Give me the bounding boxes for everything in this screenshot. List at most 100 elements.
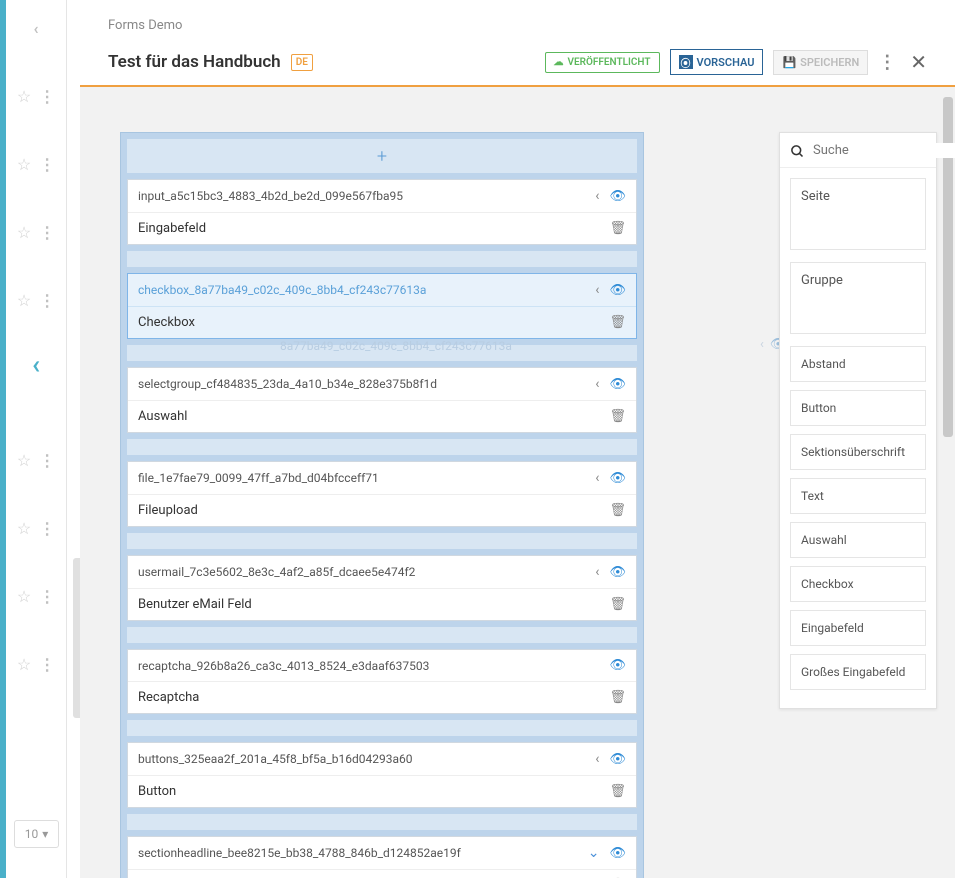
eye-icon[interactable]: 👁 <box>609 471 626 486</box>
search-icon <box>790 141 805 159</box>
sidebar-collapse[interactable]: ‹ <box>6 8 66 48</box>
star-icon: ☆ <box>17 87 31 106</box>
field-spacer[interactable] <box>127 533 637 549</box>
sidebar-row[interactable]: ☆⋮ <box>6 280 66 320</box>
star-icon: ☆ <box>17 155 31 174</box>
header: Forms Demo Test für das Handbuch DE ☁ VE… <box>80 0 955 85</box>
cloud-icon: ☁ <box>554 57 564 68</box>
dots-icon: ⋮ <box>39 291 55 310</box>
field-id: usermail_7c3e5602_8e3c_4af2_a85f_dcaee5e… <box>138 565 589 579</box>
chevron-left-icon[interactable]: ‹ <box>595 188 599 204</box>
palette-search-input[interactable] <box>813 143 955 158</box>
eye-icon[interactable]: 👁 <box>609 658 626 673</box>
chevron-left-icon[interactable]: ‹ <box>595 376 599 392</box>
save-label: SPEICHERN <box>800 56 859 69</box>
field-label: Recaptcha <box>138 690 603 705</box>
eye-icon[interactable]: 👁 <box>609 377 626 392</box>
chevron-left-icon[interactable]: ‹ <box>6 350 66 380</box>
sidebar-row[interactable]: ☆⋮ <box>6 76 66 116</box>
sidebar-row[interactable]: ☆⋮ <box>6 644 66 684</box>
field-label: Benutzer eMail Feld <box>138 597 603 612</box>
component-palette: ✕ Seite Gruppe Abstand Button Sektionsüber… <box>779 132 937 709</box>
field-spacer[interactable] <box>127 345 637 361</box>
field-label: Button <box>138 784 603 799</box>
field-block[interactable]: input_a5c15bc3_4883_4b2d_be2d_099e567fba… <box>127 179 637 245</box>
language-badge[interactable]: DE <box>291 54 313 71</box>
field-block[interactable]: usermail_7c3e5602_8e3c_4af2_a85f_dcaee5e… <box>127 555 637 621</box>
dots-icon: ⋮ <box>39 655 55 674</box>
published-label: VERÖFFENTLICHT <box>568 57 651 68</box>
palette-container-seite[interactable]: Seite <box>790 178 926 250</box>
preview-button[interactable]: ⦿ VORSCHAU <box>670 49 764 75</box>
star-icon: ☆ <box>17 291 31 310</box>
save-button[interactable]: 💾 SPEICHERN <box>773 50 868 75</box>
field-block[interactable]: selectgroup_cf484835_23da_4a10_b34e_828e… <box>127 367 637 433</box>
palette-item[interactable]: Großes Eingabefeld <box>790 654 926 690</box>
search-preview-icon: ⦿ <box>679 55 693 69</box>
eye-icon[interactable]: 👁 <box>609 752 626 767</box>
field-spacer[interactable] <box>127 627 637 643</box>
dots-icon: ⋮ <box>39 451 55 470</box>
palette-item[interactable]: Text <box>790 478 926 514</box>
breadcrumb[interactable]: Forms Demo <box>108 18 931 33</box>
add-field-button[interactable]: + <box>127 139 637 173</box>
dots-icon: ⋮ <box>39 87 55 106</box>
trash-icon[interactable]: 🗑 <box>609 503 626 518</box>
palette-item[interactable]: Button <box>790 390 926 426</box>
sidebar-row[interactable]: ☆⋮ <box>6 576 66 616</box>
field-spacer[interactable] <box>127 814 637 830</box>
star-icon: ☆ <box>17 223 31 242</box>
palette-item[interactable]: Eingabefeld <box>790 610 926 646</box>
chevron-left-icon[interactable]: ‹ <box>595 470 599 486</box>
dots-icon: ⋮ <box>39 155 55 174</box>
chevron-down-icon[interactable]: ⌄ <box>588 845 600 861</box>
palette-item[interactable]: Auswahl <box>790 522 926 558</box>
trash-icon[interactable]: 🗑 <box>609 784 626 799</box>
trash-icon[interactable]: 🗑 <box>609 597 626 612</box>
more-menu[interactable]: ⋮ <box>878 52 896 73</box>
eye-icon[interactable]: 👁 <box>609 189 626 204</box>
trash-icon[interactable]: 🗑 <box>609 315 626 330</box>
palette-item[interactable]: Checkbox <box>790 566 926 602</box>
field-spacer[interactable] <box>127 251 637 267</box>
form-canvas: + input_a5c15bc3_4883_4b2d_be2d_099e567f… <box>120 132 644 878</box>
eye-icon[interactable]: 👁 <box>609 846 626 861</box>
eye-icon[interactable]: 👁 <box>609 283 626 298</box>
field-label: Eingabefeld <box>138 221 603 236</box>
field-block[interactable]: sectionheadline_bee8215e_bb38_4788_846b_… <box>127 836 637 878</box>
sidebar-row[interactable]: ☆⋮ <box>6 212 66 252</box>
field-block[interactable]: checkbox_8a77ba49_c02c_409c_8bb4_cf243c7… <box>127 273 637 339</box>
star-icon: ☆ <box>17 655 31 674</box>
preview-label: VORSCHAU <box>697 56 755 69</box>
close-icon[interactable]: ✕ <box>906 50 931 74</box>
sidebar-row[interactable]: ☆⋮ <box>6 144 66 184</box>
chevron-left-icon[interactable]: ‹ <box>595 564 599 580</box>
chevron-left-icon[interactable]: ‹ <box>760 337 764 352</box>
field-block[interactable]: buttons_325eaa2f_201a_45f8_bf5a_b16d0429… <box>127 742 637 808</box>
trash-icon[interactable]: 🗑 <box>609 690 626 705</box>
field-id: input_a5c15bc3_4883_4b2d_be2d_099e567fba… <box>138 189 589 203</box>
chevron-left-icon[interactable]: ‹ <box>595 751 599 767</box>
palette-search-row: ✕ <box>780 133 936 168</box>
save-icon: 💾 <box>782 56 796 69</box>
trash-icon[interactable]: 🗑 <box>609 409 626 424</box>
dots-icon: ⋮ <box>39 519 55 538</box>
sidebar-row[interactable]: ☆⋮ <box>6 440 66 480</box>
eye-icon[interactable]: 👁 <box>609 565 626 580</box>
field-id: file_1e7fae79_0099_47ff_a7bd_d04bfcceff7… <box>138 471 589 485</box>
field-label: Fileupload <box>138 503 603 518</box>
field-block[interactable]: file_1e7fae79_0099_47ff_a7bd_d04bfcceff7… <box>127 461 637 527</box>
chevron-left-icon[interactable]: ‹ <box>595 282 599 298</box>
dropdown-caret-icon: ▾ <box>42 827 48 841</box>
page-size-select[interactable]: 10▾ <box>14 820 59 848</box>
page-title: Test für das Handbuch <box>108 52 281 72</box>
field-spacer[interactable] <box>127 439 637 455</box>
trash-icon[interactable]: 🗑 <box>609 221 626 236</box>
sidebar-row[interactable]: ☆⋮ <box>6 508 66 548</box>
published-badge: ☁ VERÖFFENTLICHT <box>545 52 660 73</box>
field-block[interactable]: recaptcha_926b8a26_ca3c_4013_8524_e3daaf… <box>127 649 637 714</box>
palette-container-gruppe[interactable]: Gruppe <box>790 262 926 334</box>
palette-item[interactable]: Sektionsüberschrift <box>790 434 926 470</box>
field-spacer[interactable] <box>127 720 637 736</box>
palette-item[interactable]: Abstand <box>790 346 926 382</box>
